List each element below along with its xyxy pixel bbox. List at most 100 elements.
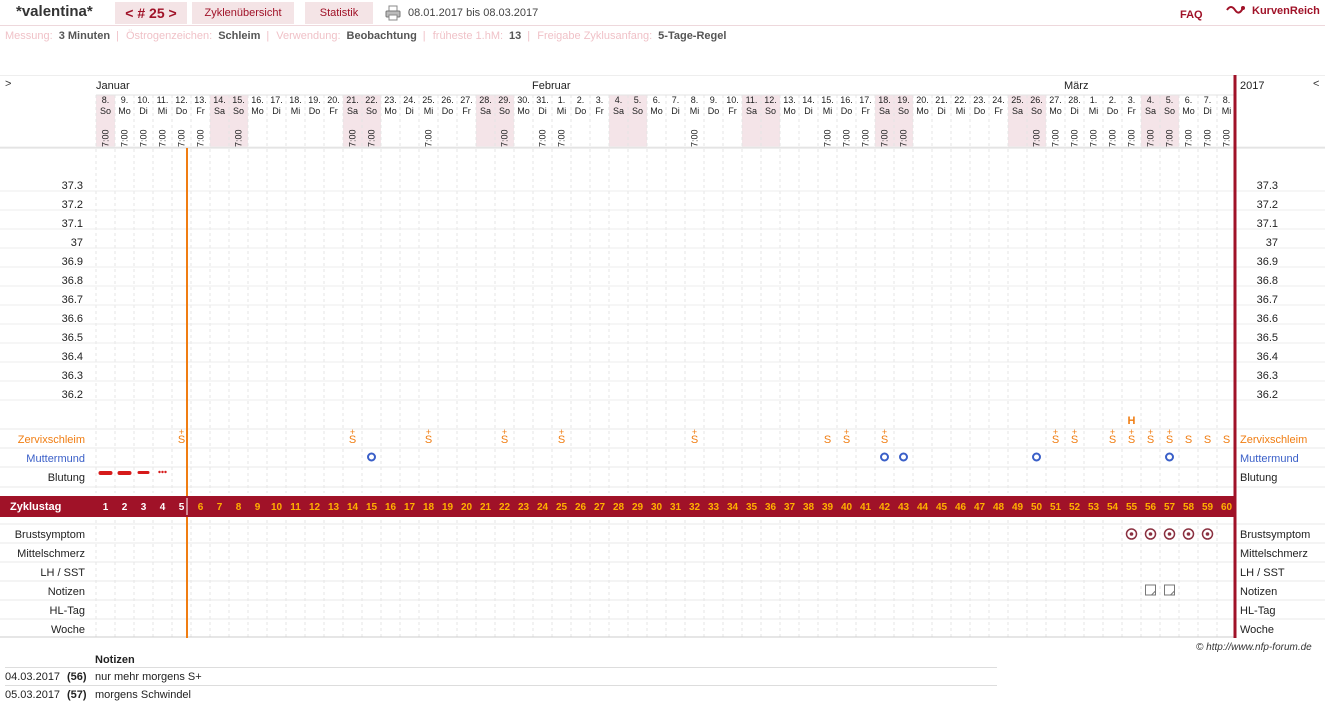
row-label-week: Woche	[51, 624, 85, 636]
row-label-right-lh: LH / SST	[1240, 567, 1285, 579]
cervix-plus: +	[692, 427, 697, 437]
weekday-label: Sa	[480, 106, 491, 116]
mouth-marker	[1165, 452, 1174, 462]
measurement-time: 7:00	[158, 129, 168, 147]
day-number: 4.	[615, 95, 623, 105]
temp-tick-right: 36.2	[1257, 389, 1278, 401]
month-label: Januar	[96, 80, 130, 92]
cervix-plus: +	[1110, 427, 1115, 437]
date-range: 08.01.2017 bis 08.03.2017	[408, 7, 539, 19]
table-row: 04.03.2017 (56) nur mehr morgens S+	[5, 667, 997, 686]
brand-logo-icon[interactable]	[1225, 4, 1247, 20]
day-number: 22.	[365, 95, 378, 105]
row-label-hl: HL-Tag	[50, 605, 85, 617]
weekday-label: Di	[139, 106, 148, 116]
weekday-label: Do	[176, 106, 188, 116]
bleeding-spot	[161, 470, 164, 474]
mouth-marker	[1032, 452, 1041, 462]
weekday-label: So	[632, 106, 643, 116]
weekday-label: Di	[937, 106, 946, 116]
cycle-day-number: 6	[198, 502, 204, 513]
weekday-label: Mi	[956, 106, 966, 116]
mouth-marker	[880, 452, 889, 462]
day-number: 5.	[634, 95, 642, 105]
weekday-label: Sa	[879, 106, 890, 116]
cycle-day-number: 25	[556, 502, 568, 513]
cycle-day-number: 4	[160, 502, 166, 513]
day-number: 1.	[1090, 95, 1098, 105]
day-number: 17.	[270, 95, 283, 105]
cycle-day-number: 33	[708, 502, 720, 513]
weekday-label: Mo	[783, 106, 796, 116]
cervix-mark: S	[1204, 434, 1211, 446]
notes-heading: Notizen	[95, 654, 135, 666]
setting-label-usage: Verwendung:	[276, 30, 341, 42]
prev-cycle-arrow[interactable]: >	[5, 78, 11, 90]
cycle-day-number: 14	[347, 502, 359, 513]
weekday-label: Mi	[1089, 106, 1099, 116]
day-number: 19.	[897, 95, 910, 105]
weekday-label: Di	[405, 106, 414, 116]
tab-cycle-overview[interactable]: Zyklenübersicht	[192, 2, 294, 24]
weekday-label: Sa	[347, 106, 358, 116]
day-number: 4.	[1147, 95, 1155, 105]
day-number: 2.	[1109, 95, 1117, 105]
day-number: 26.	[441, 95, 454, 105]
faq-link[interactable]: FAQ	[1180, 9, 1203, 21]
note-icon[interactable]	[1145, 584, 1156, 596]
weekday-label: Di	[538, 106, 547, 116]
cycle-day-number: 39	[822, 502, 834, 513]
bleeding-spot	[158, 470, 161, 474]
weekday-label: Fr	[994, 106, 1003, 116]
day-number: 9.	[121, 95, 129, 105]
day-number: 11.	[157, 95, 169, 105]
measurement-time: 7:00	[1184, 129, 1194, 147]
cycle-nav-tab[interactable]: < # 25 >	[115, 2, 187, 24]
measurement-time: 7:00	[823, 129, 833, 147]
day-number: 15.	[821, 95, 834, 105]
note-icon[interactable]	[1164, 584, 1175, 596]
row-label-bleeding: Blutung	[48, 472, 85, 484]
day-number: 8.	[102, 95, 110, 105]
day-number: 1.	[558, 95, 566, 105]
row-label-right-cervix: Zervixschleim	[1240, 434, 1307, 446]
weekday-label: So	[366, 106, 377, 116]
day-number: 16.	[251, 95, 264, 105]
next-cycle-arrow[interactable]: <	[1313, 78, 1319, 90]
setting-value-release: 5-Tage-Regel	[658, 30, 727, 42]
weekday-label: Mo	[916, 106, 929, 116]
day-number: 10.	[137, 95, 150, 105]
note-date: 04.03.2017	[5, 671, 61, 683]
weekday-label: Mi	[1222, 106, 1232, 116]
weekday-label: Do	[309, 106, 321, 116]
row-label-notes: Notizen	[48, 586, 85, 598]
tab-statistics[interactable]: Statistik	[305, 2, 373, 24]
day-number: 26.	[1030, 95, 1043, 105]
measurement-time: 7:00	[1108, 129, 1118, 147]
cycle-day-number: 5	[179, 502, 185, 513]
print-icon[interactable]	[385, 5, 401, 21]
cervix-plus: +	[1053, 427, 1058, 437]
day-number: 24.	[403, 95, 416, 105]
measurement-time: 7:00	[1203, 129, 1213, 147]
table-row: 05.03.2017 (57) morgens Schwindel	[5, 685, 997, 704]
day-number: 3.	[1128, 95, 1136, 105]
weekday-label: Mi	[424, 106, 434, 116]
cycle-day-number: 1	[103, 502, 109, 513]
weekday-label: Mo	[650, 106, 663, 116]
cycle-day-number: 2	[122, 502, 128, 513]
measurement-time: 7:00	[234, 129, 244, 147]
cycle-settings-bar: Messung: 3 Minuten | Östrogenzeichen: Schle…	[5, 30, 727, 42]
cycle-day-number: 51	[1050, 502, 1062, 513]
cycle-day-number: 44	[917, 502, 929, 513]
weekday-label: Fr	[861, 106, 870, 116]
temp-tick-right: 36.6	[1257, 313, 1278, 325]
measurement-time: 7:00	[424, 129, 434, 147]
brand-name[interactable]: KurvenReich	[1252, 5, 1320, 17]
measurement-time: 7:00	[348, 129, 358, 147]
day-number: 3.	[596, 95, 604, 105]
cycle-chart: > <2017Januar Februar März8.So7:009.Mo7:001…	[0, 75, 1325, 638]
measurement-time: 7:00	[1070, 129, 1080, 147]
temp-tick-right: 36.4	[1257, 351, 1278, 363]
bleeding-medium	[137, 471, 150, 474]
